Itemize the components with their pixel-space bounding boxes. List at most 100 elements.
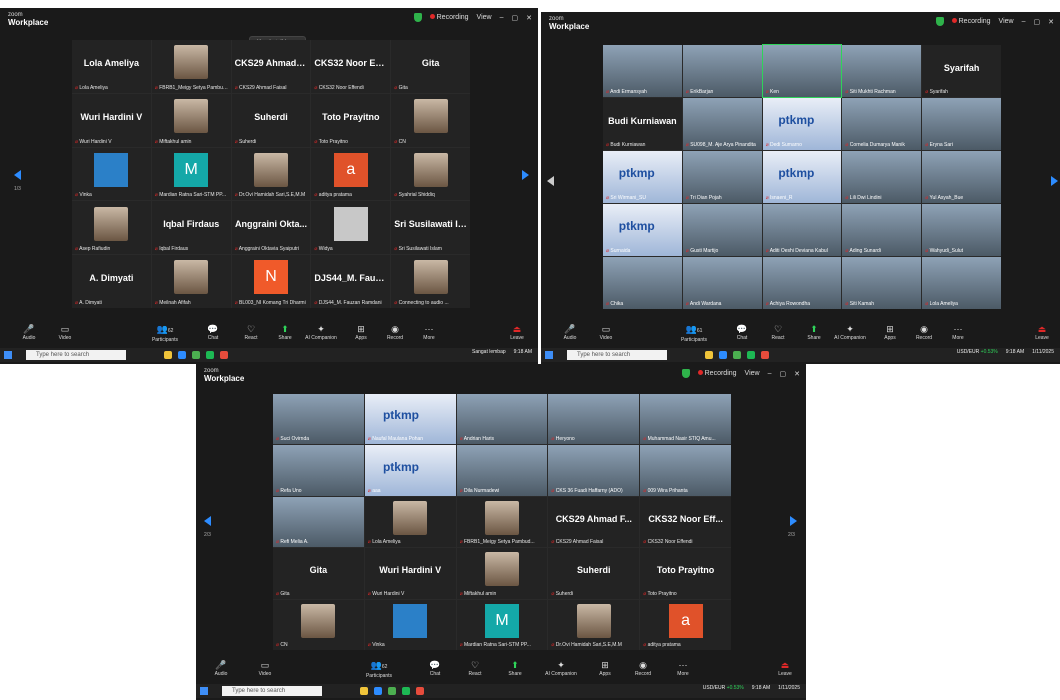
- windows-start-icon[interactable]: [4, 351, 12, 359]
- participant-tile[interactable]: CKS32 Noor Eff... CKS32 Noor Effendi: [640, 496, 731, 548]
- chat-button[interactable]: 💬 Chat: [725, 324, 759, 341]
- participant-tile[interactable]: Naufal Maulana Pohan: [364, 394, 456, 445]
- spotify-icon[interactable]: [206, 351, 214, 359]
- participant-tile[interactable]: Toto Prayitno Toto Prayitno: [311, 93, 391, 147]
- participant-tile[interactable]: Siti Kamah: [842, 257, 922, 309]
- next-page-icon[interactable]: [522, 170, 529, 180]
- share-button[interactable]: ⬆ Share: [268, 324, 302, 341]
- participant-tile[interactable]: Gita Gita: [391, 40, 470, 93]
- participant-tile[interactable]: Surnaida: [603, 204, 682, 256]
- apps-button[interactable]: ⊞ Apps: [344, 324, 378, 341]
- maximize-icon[interactable]: ▢: [1034, 18, 1041, 26]
- participant-tile[interactable]: Wuri Hardini V Wuri Hardini V: [72, 93, 151, 147]
- leave-button[interactable]: ⏏ Leave: [1025, 324, 1059, 341]
- recording-indicator[interactable]: Recording: [429, 14, 469, 21]
- participant-tile[interactable]: Meilnah Afifah: [151, 255, 231, 308]
- app-icon[interactable]: [416, 687, 424, 695]
- participant-tile[interactable]: Chika: [603, 257, 682, 309]
- zoom-app-icon[interactable]: [178, 351, 186, 359]
- participant-tile[interactable]: N BL003_NI Komang Tri Dharmi: [231, 255, 311, 308]
- participant-tile[interactable]: Dr.Ovi Hamidah Sari,S.E,M.M: [231, 147, 311, 201]
- participant-tile[interactable]: Syarifah Syarifah: [922, 45, 1001, 97]
- participant-tile[interactable]: Aditi Oeshi Deviana Kabul: [762, 204, 842, 256]
- participant-tile[interactable]: Lola Ameliya: [364, 496, 456, 548]
- view-button[interactable]: View: [477, 14, 492, 21]
- participant-tile[interactable]: FBRB1_Meigy Setya Pambud...: [456, 496, 548, 548]
- close-icon[interactable]: ✕: [526, 14, 532, 22]
- participant-tile[interactable]: Andi Ermansyah: [603, 45, 682, 97]
- react-button[interactable]: ♡ React: [761, 324, 795, 341]
- participant-tile[interactable]: Ken: [761, 44, 843, 98]
- recording-indicator[interactable]: Recording: [697, 370, 737, 377]
- participant-tile[interactable]: Lili Dwi Lindini: [842, 151, 922, 203]
- chrome-icon[interactable]: [388, 687, 396, 695]
- participant-tile[interactable]: Wahyudi_Sulut: [922, 204, 1001, 256]
- next-page-icon[interactable]: [790, 516, 797, 526]
- participant-tile[interactable]: Refi Melia A.: [273, 496, 364, 548]
- participant-tile[interactable]: Sri Susilawati Is... Sri Susilawati Islam: [391, 201, 470, 255]
- react-button[interactable]: ♡ React: [458, 660, 492, 677]
- next-page-icon[interactable]: [1051, 176, 1058, 186]
- minimize-icon[interactable]: –: [1022, 18, 1026, 25]
- participant-tile[interactable]: CN: [391, 93, 470, 147]
- participant-tile[interactable]: Anggraini Okta... Anggraini Oktavia Syaip…: [231, 201, 311, 255]
- participant-tile[interactable]: DJS44_M. Fauza... DJS44_M. Fauzan Ramdani: [311, 255, 391, 308]
- chat-button[interactable]: 💬 Chat: [418, 660, 452, 677]
- video-button[interactable]: ▭ Video: [589, 324, 623, 341]
- participant-tile[interactable]: CN: [273, 599, 364, 650]
- apps-button[interactable]: ⊞ Apps: [873, 324, 907, 341]
- clock-time[interactable]: 9:18 AM: [514, 349, 532, 355]
- clock-date[interactable]: 1/11/2025: [778, 685, 800, 691]
- maximize-icon[interactable]: ▢: [512, 14, 519, 22]
- participant-tile[interactable]: Gita Gita: [273, 548, 364, 599]
- participant-tile[interactable]: Ading Sunardi: [842, 204, 922, 256]
- file-explorer-icon[interactable]: [360, 687, 368, 695]
- video-button[interactable]: ▭ Video: [48, 324, 82, 341]
- participant-tile[interactable]: Widya: [311, 201, 391, 255]
- app-icon[interactable]: [220, 351, 228, 359]
- prev-page-icon[interactable]: [204, 516, 211, 526]
- participant-tile[interactable]: Siti Mukhti Rachman: [842, 45, 922, 97]
- clock-date[interactable]: 1/11/2025: [1032, 349, 1054, 355]
- clock-time[interactable]: 9:18 AM: [752, 685, 770, 691]
- leave-button[interactable]: ⏏ Leave: [500, 324, 534, 341]
- minimize-icon[interactable]: –: [500, 14, 504, 21]
- participant-tile[interactable]: M Mardian Ratna Sari-STM PP...: [456, 599, 548, 650]
- file-explorer-icon[interactable]: [705, 351, 713, 359]
- participant-tile[interactable]: Toto Prayitno Toto Prayitno: [640, 548, 731, 599]
- close-icon[interactable]: ✕: [794, 370, 800, 378]
- more-button[interactable]: ⋯ More: [666, 660, 700, 677]
- zoom-app-icon[interactable]: [374, 687, 382, 695]
- taskbar-search[interactable]: Type here to search: [26, 350, 126, 360]
- participant-tile[interactable]: Connecting to audio ...: [391, 255, 470, 308]
- taskbar-search[interactable]: Type here to search: [567, 350, 667, 360]
- participant-tile[interactable]: Tri Dian Pojah: [682, 151, 762, 203]
- participant-tile[interactable]: Syahrial Shiddiq: [391, 147, 470, 201]
- audio-button[interactable]: 🎤 Audio: [204, 660, 238, 677]
- record-button[interactable]: ◉ Record: [907, 324, 941, 341]
- participant-tile[interactable]: CKS 36 Fuadi Haffarny (ADO): [548, 445, 640, 496]
- minimize-icon[interactable]: –: [768, 370, 772, 377]
- participant-tile[interactable]: Suci Ovirnda: [273, 394, 364, 445]
- participant-tile[interactable]: Lola Ameliya: [922, 257, 1001, 309]
- participant-tile[interactable]: Miftakhul amin: [151, 93, 231, 147]
- participant-tile[interactable]: Suherdi Suherdi: [231, 93, 311, 147]
- participant-tile[interactable]: Yul Asyah_Bue: [922, 151, 1001, 203]
- audio-button[interactable]: 🎤 Audio: [12, 324, 46, 341]
- ai-companion-button[interactable]: ✦ AI Companion: [304, 324, 338, 341]
- participant-tile[interactable]: Vinka: [364, 599, 456, 650]
- file-explorer-icon[interactable]: [164, 351, 172, 359]
- view-button[interactable]: View: [999, 18, 1014, 25]
- participant-tile[interactable]: Asep Rafiudin: [72, 201, 151, 255]
- participant-tile[interactable]: Eryna Sari: [922, 98, 1001, 150]
- windows-start-icon[interactable]: [545, 351, 553, 359]
- view-button[interactable]: View: [745, 370, 760, 377]
- chat-button[interactable]: 💬 Chat: [196, 324, 230, 341]
- participant-tile[interactable]: Andrian Haris: [456, 394, 548, 445]
- participant-tile[interactable]: Sri Wirmani_SU: [603, 151, 682, 203]
- participant-tile[interactable]: Dila Nurmadewi: [456, 445, 548, 496]
- audio-button[interactable]: 🎤 Audio: [553, 324, 587, 341]
- participant-tile[interactable]: Lola Ameliya Lola Ameliya: [72, 40, 151, 93]
- participant-tile[interactable]: Dedi Sumarno: [762, 98, 842, 150]
- participant-tile[interactable]: Vinka: [72, 147, 151, 201]
